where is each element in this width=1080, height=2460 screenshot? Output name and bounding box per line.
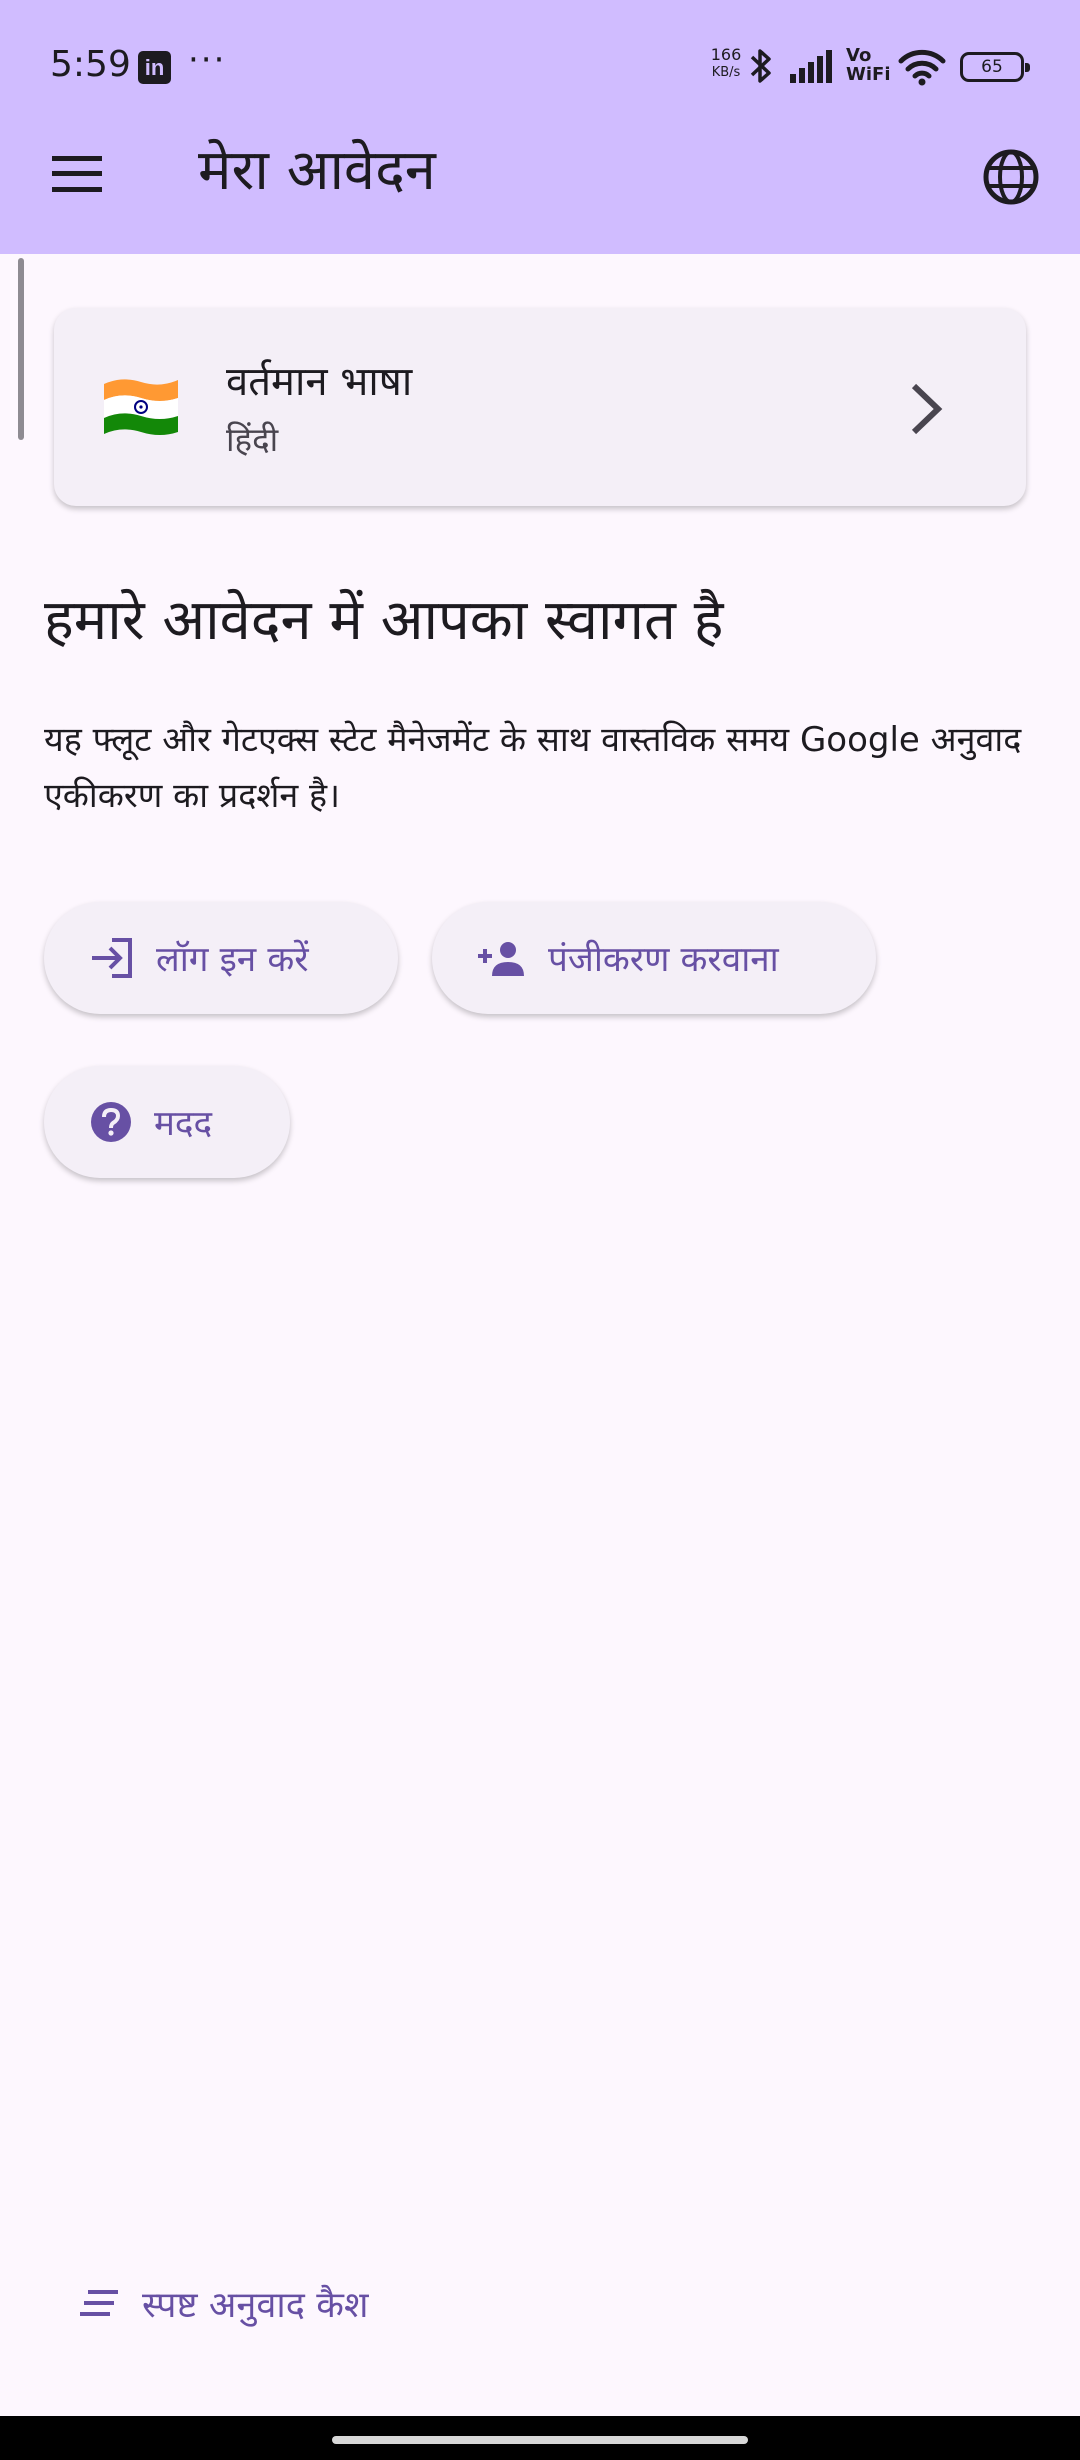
login-label: लॉग इन करें (156, 939, 309, 980)
wifi-icon (898, 49, 946, 86)
clear-cache-label: स्पष्ट अनुवाद कैश (142, 2284, 369, 2326)
person-add-icon (478, 940, 526, 976)
status-time: 5:59 (50, 44, 131, 85)
status-bar: 5:59 in ··· 166 KB/s Vo WiFi 65 (0, 0, 1080, 134)
welcome-heading: हमारे आवेदन में आपका स्वागत है (44, 588, 724, 653)
india-flag-icon (104, 379, 178, 435)
chevron-right-icon (911, 383, 943, 435)
current-language: हिंदी (226, 420, 279, 459)
register-button[interactable]: पंजीकरण करवाना (432, 902, 876, 1014)
system-navigation-bar (0, 2416, 1080, 2460)
more-icon: ··· (188, 40, 227, 80)
app-bar: 5:59 in ··· 166 KB/s Vo WiFi 65 मेरा आवे… (0, 0, 1080, 254)
help-icon (90, 1101, 132, 1143)
clear-all-icon (80, 2288, 120, 2318)
language-card-title: वर्तमान भाषा (226, 359, 413, 405)
vowifi-bottom: WiFi (846, 64, 891, 85)
vowifi-top: Vo (846, 45, 872, 66)
signal-icon (790, 50, 832, 83)
help-label: मदद (154, 1103, 213, 1144)
net-speed-value: 166 (710, 45, 742, 64)
login-button[interactable]: लॉग इन करें (44, 902, 398, 1014)
language-card[interactable]: वर्तमान भाषा हिंदी (54, 308, 1026, 506)
net-speed: 166 KB/s (706, 46, 746, 82)
clear-cache-button[interactable]: स्पष्ट अनुवाद कैश (80, 2268, 368, 2338)
home-gesture-handle[interactable] (332, 2436, 748, 2444)
page-title: मेरा आवेदन (198, 138, 436, 203)
register-label: पंजीकरण करवाना (548, 939, 779, 980)
description-text: यह फ्लूट और गेटएक्स स्टेट मैनेजमेंट के स… (44, 720, 1022, 816)
scrollbar[interactable] (18, 258, 24, 440)
vowifi-indicator: Vo WiFi (846, 46, 891, 84)
linkedin-icon: in (138, 51, 171, 84)
bluetooth-icon (750, 49, 771, 83)
menu-icon[interactable] (52, 156, 102, 192)
help-button[interactable]: मदद (44, 1066, 290, 1178)
globe-icon[interactable] (982, 148, 1040, 206)
battery-icon: 65 (960, 52, 1030, 82)
net-speed-unit: KB/s (711, 65, 741, 80)
login-icon (90, 938, 134, 978)
